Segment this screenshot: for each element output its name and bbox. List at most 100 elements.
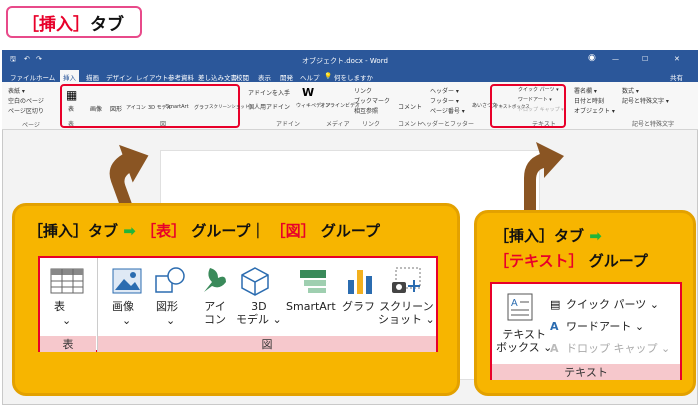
wikipedia-icon: W bbox=[302, 86, 315, 99]
callout-right-heading1: ［挿入］タブ ➡ bbox=[494, 225, 602, 246]
enlarged-wordart-button[interactable]: ワードアート ⌄ bbox=[566, 320, 644, 333]
wordart-button[interactable]: ワードアート ▾ bbox=[518, 96, 552, 103]
3d-model-icon bbox=[241, 267, 269, 296]
enlarged-smartart-button[interactable]: SmartArt bbox=[286, 300, 336, 313]
symbol-button[interactable]: 記号と特殊文字 ▾ bbox=[622, 96, 669, 105]
tab-mailings[interactable]: 差し込み文書 bbox=[198, 72, 237, 82]
account-icon[interactable]: ◉ bbox=[588, 53, 596, 63]
equation-button[interactable]: 数式 ▾ bbox=[622, 86, 639, 95]
ribbon-tabs: ファイル ホーム 挿入 描画 デザイン レイアウト 参考資料 差し込み文書 校閲… bbox=[2, 70, 698, 82]
page-number-button[interactable]: ページ番号 ▾ bbox=[430, 106, 465, 115]
pictures-button[interactable]: 画像 bbox=[90, 104, 102, 113]
textbox-icon: A bbox=[507, 293, 533, 321]
tab-file[interactable]: ファイル bbox=[10, 72, 36, 82]
badge-bracket-close: ］ bbox=[73, 14, 90, 35]
heading-illust: ［図］ bbox=[270, 222, 316, 240]
heading-insert-tab-r: ［挿入］タブ bbox=[494, 227, 585, 245]
tab-developer[interactable]: 開発 bbox=[280, 72, 293, 82]
close-button[interactable]: ✕ bbox=[674, 55, 680, 63]
enlarged-drop-cap-button[interactable]: ドロップ キャップ ⌄ bbox=[566, 342, 670, 355]
screenshot-button[interactable]: スクリーンショット bbox=[209, 104, 249, 110]
screenshot-icon bbox=[392, 267, 421, 293]
tell-me-search[interactable]: 何をしますか bbox=[334, 72, 373, 82]
heading-group1: グループ｜ bbox=[191, 222, 266, 240]
green-arrow-icon: ➡ bbox=[123, 222, 136, 240]
media-group-label: メディア bbox=[326, 121, 350, 128]
wordart-icon: A bbox=[550, 320, 559, 333]
heading-group-r: グループ bbox=[588, 252, 648, 270]
ribbon: 表紙 ▾ 空白のページ ページ区切り ページ ▦ 表 表 画像 図形 アイコン … bbox=[2, 82, 698, 130]
cover-page-button[interactable]: 表紙 ▾ bbox=[8, 86, 25, 95]
enlarged-icons-button[interactable]: アイ コン bbox=[204, 300, 226, 326]
table-button[interactable]: 表 bbox=[68, 104, 74, 113]
bookmark-button[interactable]: ブックマーク bbox=[354, 96, 390, 105]
enlarged-table-button[interactable]: 表 bbox=[54, 300, 65, 313]
illust-group-bar: 図 bbox=[98, 336, 436, 352]
chart-button[interactable]: グラフ bbox=[194, 104, 209, 111]
enlarged-textbox-button[interactable]: テキスト ボックス ⌄ bbox=[496, 328, 552, 354]
maximize-button[interactable]: ☐ bbox=[642, 55, 648, 63]
cross-reference-button[interactable]: 相互参照 bbox=[354, 106, 378, 115]
signature-line-button[interactable]: 署名欄 ▾ bbox=[574, 86, 597, 95]
quick-parts-button[interactable]: クイック パーツ ▾ bbox=[518, 86, 559, 93]
table-icon bbox=[50, 268, 84, 294]
addin-group-label: アドイン bbox=[276, 121, 301, 128]
badge-bracket-open: ［ bbox=[22, 14, 39, 35]
shapes-button[interactable]: 図形 bbox=[110, 104, 122, 113]
title-bar: 🖫 ↶ ↷ オブジェクト.docx - Word ◉ — ☐ ✕ bbox=[2, 50, 698, 70]
arrow-left bbox=[109, 144, 149, 205]
comment-button[interactable]: コメント bbox=[398, 102, 422, 111]
object-button[interactable]: オブジェクト ▾ bbox=[574, 106, 615, 115]
drop-cap-button[interactable]: ドロップ キャップ ▾ bbox=[518, 106, 564, 113]
enlarged-image-button[interactable]: 画像 bbox=[112, 300, 134, 313]
tab-help[interactable]: ヘルプ bbox=[300, 72, 320, 82]
drop-cap-icon: A bbox=[550, 342, 559, 355]
arrow-right bbox=[524, 142, 564, 210]
my-addins-button[interactable]: 個人用アドイン bbox=[248, 102, 290, 111]
quick-parts-icon: ▤ bbox=[550, 298, 561, 311]
heading-insert-tab: ［挿入］タブ bbox=[28, 222, 119, 240]
minimize-button[interactable]: — bbox=[612, 55, 619, 63]
image-icon bbox=[112, 268, 142, 294]
icons-button[interactable]: アイコン bbox=[126, 104, 146, 111]
badge-tab-name: 挿入 bbox=[39, 14, 73, 35]
tab-review[interactable]: 校閲 bbox=[236, 72, 249, 82]
blank-page-button[interactable]: 空白のページ bbox=[8, 96, 44, 105]
tab-insert[interactable]: 挿入 bbox=[60, 70, 79, 82]
header-button[interactable]: ヘッダー ▾ bbox=[430, 86, 459, 95]
footer-button[interactable]: フッター ▾ bbox=[430, 96, 459, 105]
heading-table: ［表］ bbox=[141, 222, 187, 240]
chart-icon bbox=[348, 270, 372, 294]
text-group-label: テキスト bbox=[532, 121, 556, 128]
share-button[interactable]: 共有 bbox=[670, 72, 683, 82]
get-addins-button[interactable]: アドインを入手 bbox=[248, 88, 290, 97]
tab-home[interactable]: ホーム bbox=[36, 72, 55, 82]
text-group-bar: テキスト bbox=[492, 364, 680, 380]
heading-text: ［テキスト］ bbox=[494, 252, 584, 270]
smartart-button[interactable]: SmartArt bbox=[166, 104, 189, 110]
undo-icon[interactable]: ↶ bbox=[24, 55, 30, 63]
tab-layout[interactable]: レイアウト bbox=[136, 72, 169, 82]
date-time-button[interactable]: 日付と時刻 bbox=[574, 96, 604, 105]
page-break-button[interactable]: ページ区切り bbox=[8, 106, 44, 115]
title-badge: ［ 挿入 ］ タブ bbox=[6, 6, 142, 38]
shapes-chevron-icon: ⌄ bbox=[166, 314, 176, 327]
callout-right-heading2: ［テキスト］ グループ bbox=[494, 250, 648, 271]
enlarged-3d-button[interactable]: 3D モデル ⌄ bbox=[236, 300, 282, 326]
enlarged-chart-button[interactable]: グラフ bbox=[342, 300, 375, 313]
save-icon[interactable]: 🖫 bbox=[10, 55, 16, 66]
tab-draw[interactable]: 描画 bbox=[86, 72, 99, 82]
enlarged-screenshot-button[interactable]: スクリーン ショット ⌄ bbox=[378, 300, 435, 326]
tab-design[interactable]: デザイン bbox=[106, 72, 132, 82]
lightbulb-icon: 💡 bbox=[324, 72, 333, 80]
enlarged-quick-parts-button[interactable]: クイック パーツ ⌄ bbox=[566, 298, 659, 311]
page-group-label: ページ bbox=[22, 122, 40, 129]
tab-references[interactable]: 参考資料 bbox=[168, 72, 194, 82]
enlarged-ribbon-right: A テキスト ボックス ⌄ ▤ クイック パーツ ⌄ A ワードアート ⌄ A ド… bbox=[490, 282, 682, 380]
table-group-label: 表 bbox=[68, 121, 75, 128]
tab-view[interactable]: 表示 bbox=[258, 72, 271, 82]
enlarged-ribbon-left: 表 ⌄ 表 画像 ⌄ 図形 ⌄ アイ コン 3D モデル ⌄ SmartArt グラ… bbox=[38, 256, 438, 352]
link-button[interactable]: リンク bbox=[354, 86, 372, 95]
enlarged-shapes-button[interactable]: 図形 bbox=[156, 300, 178, 313]
redo-icon[interactable]: ↷ bbox=[36, 55, 42, 63]
